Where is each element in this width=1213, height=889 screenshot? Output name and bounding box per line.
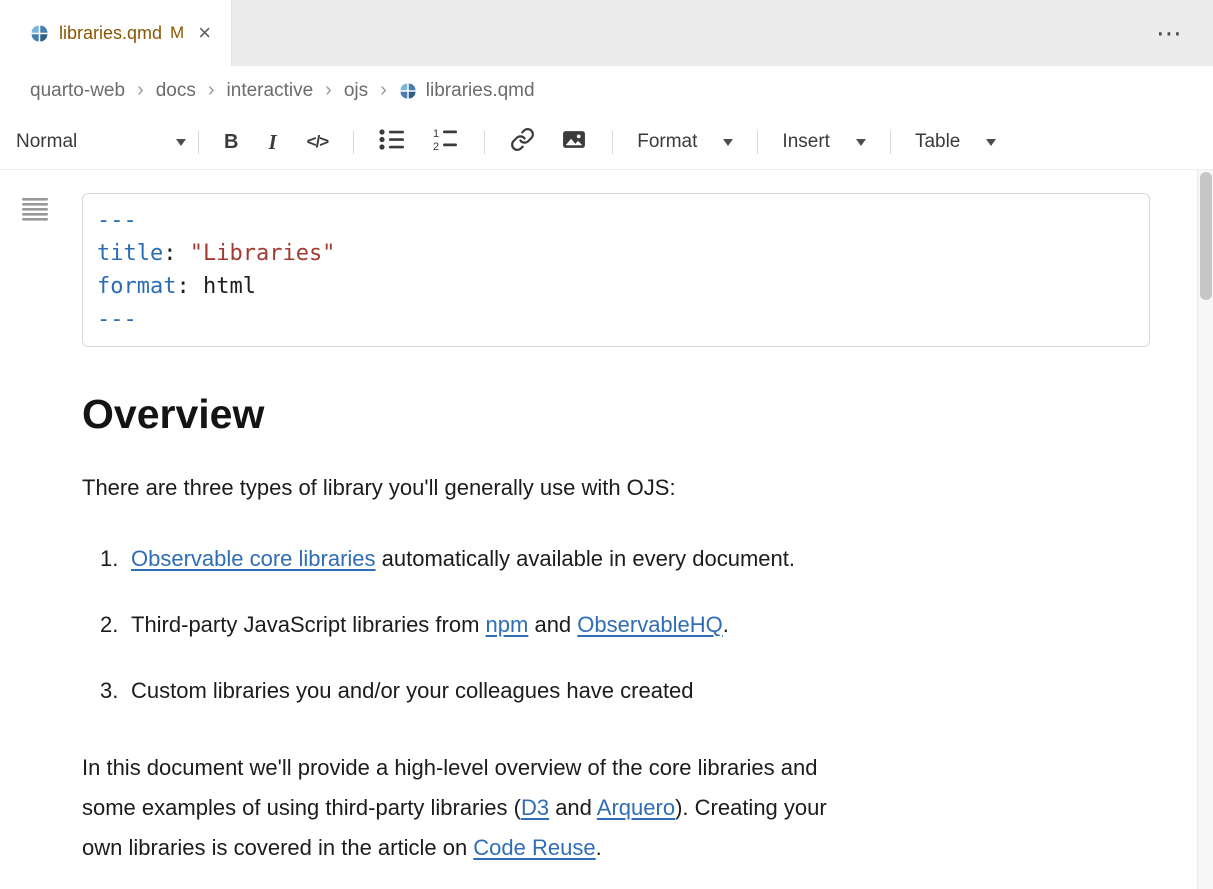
- svg-text:1: 1: [433, 128, 439, 140]
- list-number: 3.: [100, 675, 131, 706]
- editor-tab[interactable]: libraries.qmd M ×: [0, 0, 232, 66]
- list-item: 2. Third-party JavaScript libraries from…: [100, 609, 1150, 640]
- breadcrumb-current-file[interactable]: libraries.qmd: [399, 80, 535, 102]
- list-number: 1.: [100, 543, 131, 574]
- tab-title: libraries.qmd: [59, 23, 162, 44]
- doc-link[interactable]: Code Reuse: [473, 835, 595, 860]
- vertical-scrollbar[interactable]: [1197, 170, 1213, 889]
- text-run: and: [549, 795, 597, 820]
- breadcrumb-item-interactive[interactable]: interactive: [227, 80, 314, 102]
- list-item-text: Observable core libraries automatically …: [131, 543, 795, 574]
- yaml-close-fence: ---: [97, 303, 1135, 336]
- text-run: automatically available in every documen…: [376, 546, 795, 571]
- insert-link-button[interactable]: [500, 123, 545, 162]
- paragraph-style-select[interactable]: Normal: [14, 131, 186, 153]
- chevron-down-icon: [986, 139, 996, 146]
- chevron-down-icon: [176, 139, 186, 146]
- toolbar-divider: [353, 131, 354, 154]
- doc-link[interactable]: npm: [486, 612, 529, 637]
- document-body[interactable]: --- title: "Libraries" format: html --- …: [0, 170, 1213, 868]
- breadcrumb: quarto-web › docs › interactive › ojs › …: [0, 66, 1213, 115]
- image-icon: [561, 127, 587, 158]
- breadcrumb-item-docs[interactable]: docs: [156, 80, 196, 102]
- breadcrumb-separator: ›: [208, 79, 215, 102]
- link-icon: [510, 127, 535, 158]
- insert-menu-label: Insert: [782, 131, 830, 153]
- breadcrumb-separator: ›: [325, 79, 332, 102]
- svg-text:2: 2: [433, 141, 439, 152]
- intro-paragraph: There are three types of library you'll …: [82, 473, 1150, 503]
- toolbar-divider: [757, 131, 758, 154]
- list-item-text: Third-party JavaScript libraries from np…: [131, 609, 729, 640]
- insert-menu[interactable]: Insert: [776, 127, 872, 157]
- toolbar-divider: [484, 131, 485, 154]
- format-menu[interactable]: Format: [631, 127, 739, 157]
- paragraph-line: some examples of using third-party libra…: [82, 788, 1150, 828]
- paragraph-style-value: Normal: [16, 131, 77, 153]
- formatting-toolbar: Normal B I </> 1 2: [0, 115, 1213, 170]
- text-run: Custom libraries you and/or your colleag…: [131, 678, 694, 703]
- quarto-icon: [30, 24, 49, 43]
- scrollbar-thumb[interactable]: [1200, 172, 1212, 300]
- text-run: ). Creating your: [675, 795, 827, 820]
- close-tab-icon[interactable]: ×: [198, 22, 211, 44]
- numbered-list-icon: 1 2: [432, 127, 459, 158]
- tab-bar: libraries.qmd M × ⋯: [0, 0, 1213, 66]
- paragraph-line: own libraries is covered in the article …: [82, 828, 1150, 868]
- numbered-list-button[interactable]: 1 2: [422, 123, 469, 162]
- breadcrumb-separator: ›: [380, 79, 387, 102]
- chevron-down-icon: [723, 139, 733, 146]
- bullet-list-icon: [379, 127, 406, 158]
- quarto-visual-editor-window: libraries.qmd M × ⋯ quarto-web › docs › …: [0, 0, 1213, 889]
- editor-canvas[interactable]: --- title: "Libraries" format: html --- …: [0, 170, 1213, 889]
- format-menu-label: Format: [637, 131, 697, 153]
- closing-paragraph: In this document we'll provide a high-le…: [82, 748, 1150, 868]
- yaml-entry-format: format: html: [97, 270, 1135, 303]
- toolbar-divider: [612, 131, 613, 154]
- breadcrumb-file-label: libraries.qmd: [426, 80, 535, 102]
- breadcrumb-item-ojs[interactable]: ojs: [344, 80, 368, 102]
- tabbar-empty-space: [232, 0, 1126, 66]
- more-actions-icon[interactable]: ⋯: [1126, 20, 1213, 46]
- toolbar-divider: [198, 131, 199, 154]
- bold-button[interactable]: B: [214, 127, 248, 158]
- text-run: Third-party JavaScript libraries from: [131, 612, 486, 637]
- list-item: 3. Custom libraries you and/or your coll…: [100, 675, 1150, 706]
- text-run: and: [528, 612, 577, 637]
- quarto-icon: [399, 82, 417, 100]
- block-drag-handle-icon[interactable]: [22, 196, 49, 228]
- code-button[interactable]: </>: [297, 128, 339, 156]
- text-run: In this document we'll provide a high-le…: [82, 755, 817, 780]
- yaml-open-fence: ---: [97, 204, 1135, 237]
- list-number: 2.: [100, 609, 131, 640]
- text-run: .: [723, 612, 729, 637]
- list-item: 1. Observable core libraries automatical…: [100, 543, 1150, 574]
- doc-link[interactable]: D3: [521, 795, 549, 820]
- yaml-metadata-block[interactable]: --- title: "Libraries" format: html ---: [82, 193, 1150, 347]
- doc-link[interactable]: Arquero: [597, 795, 675, 820]
- text-run: .: [596, 835, 602, 860]
- table-menu[interactable]: Table: [909, 127, 1002, 157]
- breadcrumb-separator: ›: [137, 79, 144, 102]
- yaml-entry-title: title: "Libraries": [97, 237, 1135, 270]
- bullet-list-button[interactable]: [369, 123, 416, 162]
- heading-overview: Overview: [82, 391, 1150, 437]
- italic-button[interactable]: I: [254, 126, 290, 159]
- ordered-list: 1. Observable core libraries automatical…: [82, 543, 1150, 706]
- text-run: own libraries is covered in the article …: [82, 835, 473, 860]
- toolbar-divider: [890, 131, 891, 154]
- insert-image-button[interactable]: [551, 123, 597, 162]
- doc-link[interactable]: Observable core libraries: [131, 546, 376, 571]
- doc-link[interactable]: ObservableHQ: [577, 612, 723, 637]
- table-menu-label: Table: [915, 131, 960, 153]
- chevron-down-icon: [856, 139, 866, 146]
- modified-badge: M: [170, 23, 184, 43]
- text-run: some examples of using third-party libra…: [82, 795, 521, 820]
- breadcrumb-item-quarto-web[interactable]: quarto-web: [30, 80, 125, 102]
- paragraph-line: In this document we'll provide a high-le…: [82, 748, 1150, 788]
- list-item-text: Custom libraries you and/or your colleag…: [131, 675, 694, 706]
